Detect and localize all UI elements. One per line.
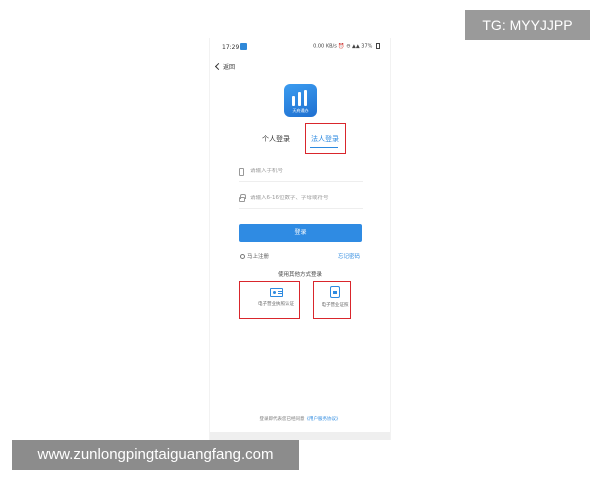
password-field bbox=[239, 193, 363, 209]
login-button[interactable]: 登录 bbox=[239, 224, 362, 242]
chevron-left-icon bbox=[214, 62, 223, 71]
phone-screen: 17:29 0.00 KB/s ⏰ ⊖ ▲▲ 37% 返回 天府通办 个人登录 … bbox=[209, 38, 391, 440]
logo-bar bbox=[298, 92, 301, 106]
status-indicators-text: 0.00 KB/s ⏰ ⊖ ▲▲ 37% bbox=[313, 43, 373, 50]
user-icon bbox=[240, 253, 245, 259]
back-label: 返回 bbox=[223, 64, 236, 71]
status-time: 17:29 bbox=[222, 44, 240, 51]
phone-input[interactable] bbox=[250, 168, 360, 174]
screenshot-canvas: TG: MYYJJPP 17:29 0.00 KB/s ⏰ ⊖ ▲▲ 37% 返… bbox=[0, 0, 600, 480]
tianfu-logo-icon: 天府通办 bbox=[284, 84, 317, 117]
logo-bar bbox=[304, 90, 307, 106]
user-agreement-link[interactable]: 《用户服务协议》 bbox=[305, 417, 341, 422]
highlight-box-legal-tab bbox=[305, 123, 346, 154]
status-bar: 17:29 0.00 KB/s ⏰ ⊖ ▲▲ 37% bbox=[210, 38, 390, 56]
phone-field bbox=[239, 166, 363, 182]
register-label: 马上注册 bbox=[247, 254, 270, 260]
agreement-prefix: 登录即代表您已经同意 bbox=[259, 417, 305, 422]
forgot-password-link[interactable]: 忘记密码 bbox=[338, 252, 360, 260]
logo-bars bbox=[292, 90, 310, 106]
watermark-url: www.zunlongpingtaiguangfang.com bbox=[12, 440, 299, 470]
password-input[interactable] bbox=[250, 195, 360, 201]
logo-text: 天府通办 bbox=[292, 108, 309, 113]
status-indicators: 0.00 KB/s ⏰ ⊖ ▲▲ 37% bbox=[313, 43, 380, 50]
login-tabs: 个人登录 法人登录 bbox=[210, 123, 390, 154]
other-methods-title: 使用其他方式登录 bbox=[277, 272, 322, 278]
phone-icon bbox=[239, 168, 244, 176]
lock-icon bbox=[239, 194, 246, 202]
watermark-tg: TG: MYYJJPP bbox=[465, 10, 590, 40]
highlight-box-business-license bbox=[239, 281, 300, 319]
bottom-strip bbox=[210, 432, 390, 440]
battery-icon bbox=[376, 43, 380, 49]
register-link[interactable]: 马上注册 bbox=[240, 252, 269, 260]
app-notification-icon bbox=[240, 43, 247, 50]
tab-personal-login[interactable]: 个人登录 bbox=[262, 134, 290, 144]
agreement-text: 登录即代表您已经同意《用户服务协议》 bbox=[210, 416, 390, 422]
logo-bar bbox=[292, 96, 295, 106]
back-button[interactable]: 返回 bbox=[214, 62, 236, 71]
highlight-box-device-license bbox=[313, 281, 351, 319]
